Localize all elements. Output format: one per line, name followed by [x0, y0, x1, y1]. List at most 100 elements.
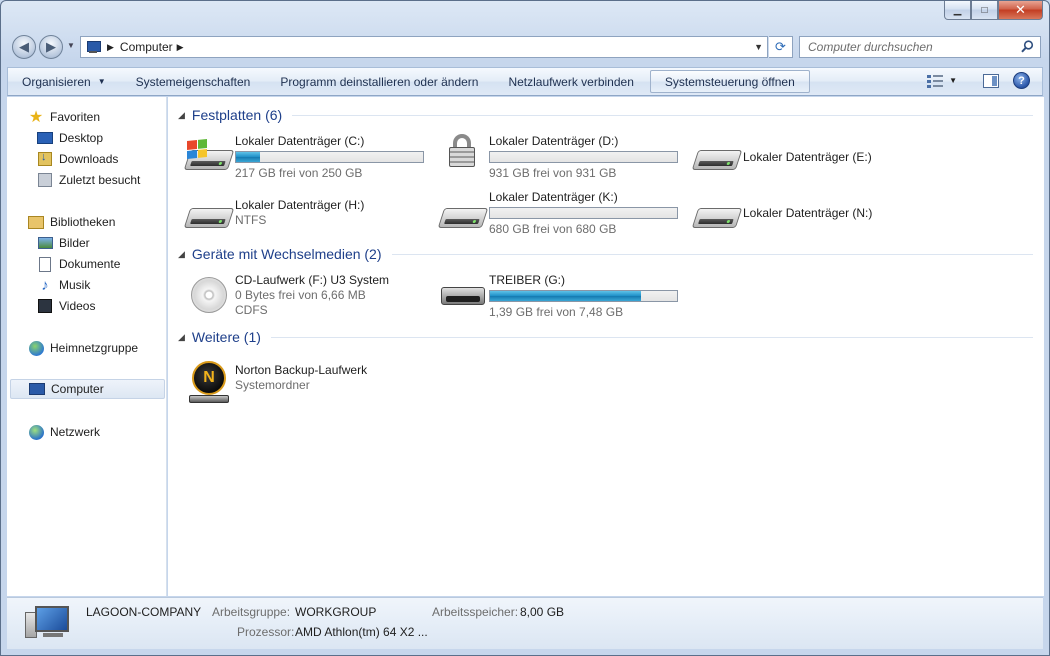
command-bar: Organisieren ▼ Systemeigenschaften Progr… [7, 67, 1043, 96]
back-button[interactable]: ◀ [12, 35, 36, 59]
drive-n[interactable]: Lokaler Datenträger (N:) [691, 188, 872, 236]
sidebar-item-desktop[interactable]: Desktop [37, 128, 165, 148]
organize-label: Organisieren [22, 74, 91, 89]
group-title: Weitere (1) [191, 329, 261, 345]
hard-drive-windows-icon [183, 132, 235, 180]
sidebar-item-label: Computer [51, 382, 104, 396]
explorer-window: ▁ □ ✕ ◀ ▶ ▼ ▶ Computer ▶ ▼ ⟳ Organisiere… [0, 0, 1050, 656]
map-network-drive-button[interactable]: Netzlaufwerk verbinden [492, 70, 647, 93]
drive-space: 931 GB frei von 931 GB [489, 166, 617, 180]
minimize-button[interactable]: ▁ [944, 1, 971, 20]
encrypted-drive-lock-icon [439, 132, 489, 180]
breadcrumb-computer[interactable]: Computer [120, 40, 173, 54]
group-title: Geräte mit Wechselmedien (2) [191, 246, 382, 262]
drive-h[interactable]: Lokaler Datenträger (H:) NTFS [183, 196, 365, 244]
group-header-hard-drives[interactable]: ◢ Festplatten (6) [178, 107, 1033, 123]
forward-arrow-icon: ▶ [46, 39, 56, 54]
sidebar-item-music[interactable]: ♪ Musik [37, 275, 165, 295]
sidebar-item-videos[interactable]: Videos [37, 296, 165, 316]
drive-f[interactable]: CD-Laufwerk (F:) U3 System 0 Bytes frei … [185, 271, 389, 319]
breadcrumb-separator[interactable]: ▶ [107, 42, 114, 53]
close-button[interactable]: ✕ [998, 1, 1043, 20]
memory-value: 8,00 GB [520, 605, 565, 619]
sidebar-item-label: Musik [59, 278, 91, 292]
group-header-other[interactable]: ◢ Weitere (1) [178, 329, 1033, 345]
drive-g[interactable]: TREIBER (G:) 1,39 GB frei von 7,48 GB [439, 271, 678, 320]
group-header-removable[interactable]: ◢ Geräte mit Wechselmedien (2) [178, 246, 1033, 262]
hard-drive-icon [691, 132, 743, 180]
downloads-icon [37, 151, 53, 167]
drive-d[interactable]: Lokaler Datenträger (D:) 931 GB frei von… [439, 132, 678, 181]
drive-name: Lokaler Datenträger (H:) [235, 198, 365, 212]
sidebar-item-libraries[interactable]: Bibliotheken [10, 212, 165, 232]
search-icon[interactable] [1021, 40, 1034, 53]
capacity-bar [235, 151, 424, 163]
drive-c[interactable]: Lokaler Datenträger (C:) 217 GB frei von… [183, 132, 424, 181]
maximize-button[interactable]: □ [971, 1, 998, 20]
open-control-panel-button[interactable]: Systemsteuerung öffnen [649, 70, 810, 93]
system-properties-button[interactable]: Systemeigenschaften [120, 70, 265, 93]
chevron-down-icon: ▼ [97, 77, 106, 86]
sidebar-item-label: Videos [59, 299, 96, 313]
drive-filesystem: CDFS [235, 303, 268, 317]
help-icon[interactable]: ? [1013, 72, 1030, 89]
sidebar-item-label: Bilder [59, 236, 90, 250]
hard-drive-icon [691, 188, 743, 236]
sidebar-item-label: Downloads [59, 152, 119, 166]
usb-drive-icon [439, 271, 489, 319]
workgroup-value: WORKGROUP [295, 605, 377, 619]
drive-k[interactable]: Lokaler Datenträger (K:) 680 GB frei von… [437, 188, 678, 237]
navigation-pane: ★ Favoriten Desktop Downloads Zuletzt be… [7, 97, 167, 596]
computer-icon [85, 40, 103, 54]
search-input[interactable] [808, 40, 1018, 54]
hard-drive-icon [183, 196, 235, 244]
drive-type: Systemordner [235, 378, 310, 392]
breadcrumb-separator-2[interactable]: ▶ [177, 42, 184, 53]
details-pane: LAGOON-COMPANY Arbeitsgruppe: WORKGROUP … [7, 597, 1043, 649]
preview-pane-icon[interactable] [983, 73, 999, 88]
workgroup-label: Arbeitsgruppe: [212, 605, 291, 619]
drive-space: 0 Bytes frei von 6,66 MB [235, 288, 366, 302]
libraries-icon [28, 214, 44, 230]
sidebar-item-pictures[interactable]: Bilder [37, 233, 165, 253]
drive-space: 680 GB frei von 680 GB [489, 222, 617, 236]
recent-places-icon [37, 172, 53, 188]
refresh-button[interactable]: ⟳ [769, 36, 793, 58]
sidebar-item-downloads[interactable]: Downloads [37, 149, 165, 169]
collapse-triangle-icon: ◢ [178, 331, 185, 342]
forward-button[interactable]: ▶ [39, 35, 63, 59]
search-box[interactable] [799, 36, 1041, 58]
organize-menu[interactable]: Organisieren ▼ [8, 70, 120, 93]
drive-filesystem: NTFS [235, 213, 267, 227]
capacity-bar [489, 151, 678, 163]
computer-icon [29, 381, 45, 397]
star-icon: ★ [28, 109, 44, 126]
norton-backup-drive[interactable]: N Norton Backup-Laufwerk Systemordner [185, 359, 367, 407]
sidebar-item-computer[interactable]: Computer [10, 379, 165, 399]
drive-name: Lokaler Datenträger (K:) [489, 190, 618, 204]
drive-name: Norton Backup-Laufwerk [235, 363, 368, 377]
sidebar-item-homegroup[interactable]: Heimnetzgruppe [10, 338, 165, 358]
recent-pages-dropdown[interactable]: ▼ [67, 41, 75, 50]
address-bar[interactable]: ▶ Computer ▶ ▼ [80, 36, 768, 58]
computer-name: LAGOON-COMPANY [86, 605, 202, 619]
address-history-dropdown[interactable]: ▼ [754, 42, 763, 52]
drive-name: CD-Laufwerk (F:) U3 System [235, 273, 390, 287]
norton-backup-icon: N [185, 359, 235, 407]
cd-drive-icon [185, 271, 235, 319]
sidebar-item-documents[interactable]: Dokumente [37, 254, 165, 274]
refresh-icon: ⟳ [775, 39, 786, 54]
videos-icon [37, 298, 53, 314]
drive-space: 217 GB frei von 250 GB [235, 166, 363, 180]
sidebar-item-label: Heimnetzgruppe [50, 341, 139, 355]
sidebar-item-label: Bibliotheken [50, 215, 116, 229]
uninstall-program-button[interactable]: Programm deinstallieren oder ändern [264, 70, 492, 93]
sidebar-item-label: Netzwerk [50, 425, 101, 439]
sidebar-item-favorites[interactable]: ★ Favoriten [10, 107, 165, 127]
sidebar-item-network[interactable]: Netzwerk [10, 422, 165, 442]
drive-e[interactable]: Lokaler Datenträger (E:) [691, 132, 872, 180]
change-view-button[interactable]: ▼ [927, 74, 957, 88]
pictures-icon [37, 235, 53, 251]
sidebar-item-recent[interactable]: Zuletzt besucht [37, 170, 165, 190]
capacity-bar [489, 290, 678, 302]
